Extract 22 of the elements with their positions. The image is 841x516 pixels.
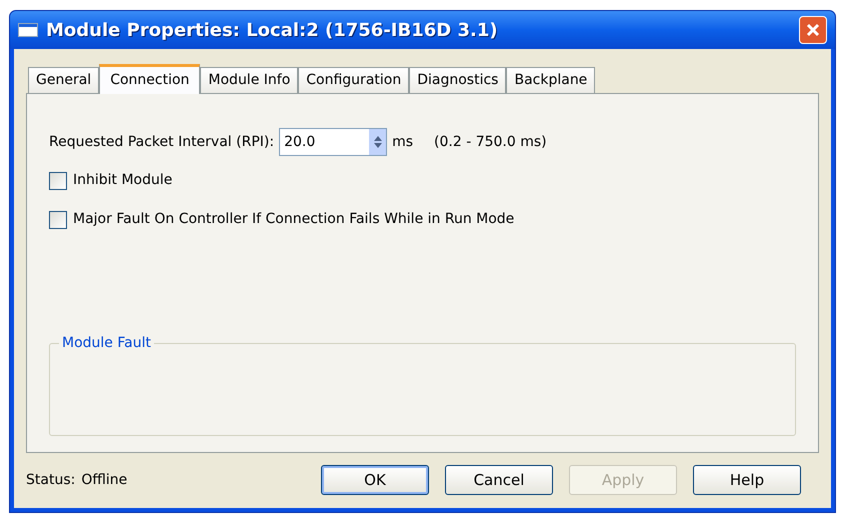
status-value: Offline: [81, 470, 128, 490]
window-icon: [18, 23, 38, 37]
dialog-button[interactable]: OK: [321, 465, 429, 495]
close-icon: [805, 22, 821, 38]
tab[interactable]: Connection: [99, 64, 200, 94]
window-title: Module Properties: Local:2 (1756-IB16D 3.1): [46, 18, 499, 42]
tab[interactable]: General: [28, 67, 100, 93]
tab[interactable]: Diagnostics: [409, 67, 506, 93]
rpi-label: Requested Packet Interval (RPI):: [49, 132, 274, 152]
rpi-range: (0.2 - 750.0 ms): [434, 132, 547, 152]
dialog-button[interactable]: Cancel: [445, 465, 553, 495]
dialog-button[interactable]: Help: [693, 465, 801, 495]
checkbox-label: Major Fault On Controller If Connection Fails While in Run Mode: [73, 210, 514, 229]
checkbox[interactable]: [49, 172, 67, 190]
tab[interactable]: Configuration: [298, 67, 410, 93]
checkbox-label: Inhibit Module: [73, 171, 172, 190]
checkbox[interactable]: [49, 210, 67, 228]
status-label: Status:: [26, 470, 76, 490]
rpi-unit: ms: [392, 132, 414, 152]
tab[interactable]: Module Info: [200, 67, 298, 93]
close-button[interactable]: [799, 16, 827, 44]
tab[interactable]: Backplane: [506, 67, 596, 93]
